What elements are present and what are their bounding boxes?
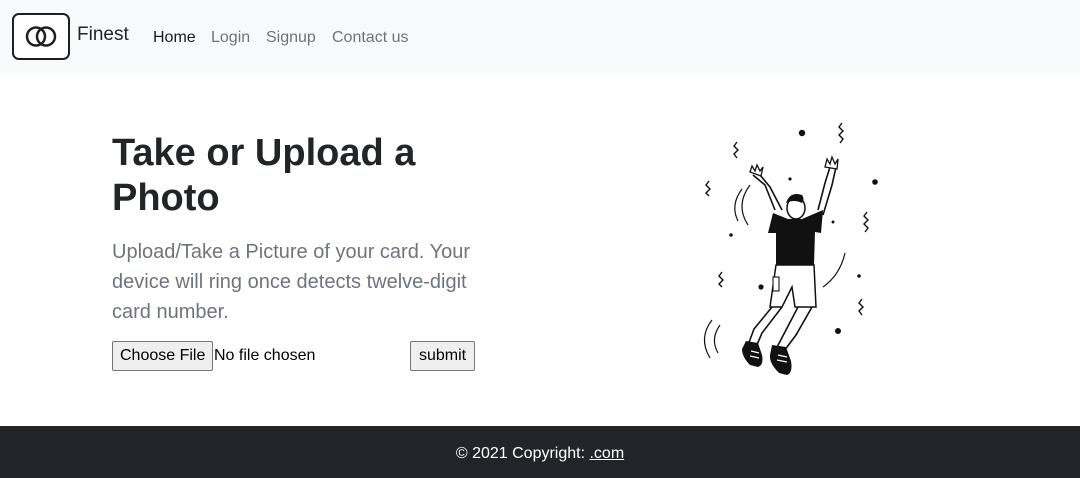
nav-link-login[interactable]: Login	[211, 28, 250, 48]
nav-link-signup[interactable]: Signup	[266, 28, 316, 48]
footer-link[interactable]: .com	[589, 445, 624, 462]
page-title: Take or Upload a Photo	[112, 132, 416, 219]
upload-form: Choose File No file chosen submit	[112, 341, 477, 371]
brand-logo-icon[interactable]	[12, 13, 70, 60]
footer: © 2021 Copyright: .com	[0, 426, 1080, 478]
submit-button[interactable]: submit	[410, 341, 476, 371]
brand-name[interactable]: Finest	[77, 24, 129, 46]
copyright-label: © 2021 Copyright:	[455, 445, 590, 462]
file-status-text: No file chosen	[214, 347, 316, 364]
page-description: Upload/Take a Picture of your card. Your…	[112, 241, 470, 323]
choose-file-button[interactable]: Choose File	[112, 341, 214, 371]
navbar: Finest Home Login Signup Contact us	[0, 0, 1080, 73]
copyright-text: © 2021 Copyright: .com	[456, 445, 624, 463]
jumping-man-illustration	[690, 115, 890, 385]
nav-link-home[interactable]: Home	[153, 28, 196, 48]
nav-link-contact[interactable]: Contact us	[332, 28, 408, 48]
